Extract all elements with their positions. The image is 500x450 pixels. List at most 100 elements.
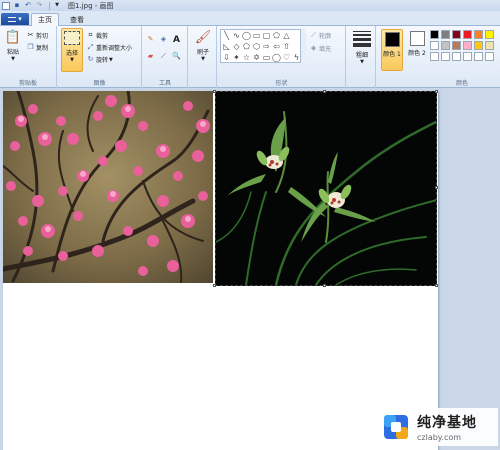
custom-color-swatch[interactable]	[430, 52, 439, 61]
fill-bucket-icon[interactable]: ◈	[160, 36, 169, 43]
chevron-down-icon[interactable]: ▼	[53, 2, 61, 10]
palette-swatch[interactable]	[441, 30, 450, 39]
brushes-label: 刷子	[196, 49, 209, 56]
shapes-gallery: ╲ ∿ ◯ ▭ ▢ ⬠ △ ◺ ◇ ⬠ ⬡ ⇨ ⇦ ⇧ ⇩ ✦ ☆ ✡ ▭ ◯ …	[220, 29, 305, 63]
callout-rect-shape-icon[interactable]: ▭	[262, 53, 271, 62]
line-shape-icon[interactable]: ╲	[222, 31, 231, 40]
clipboard-group-label: 剪贴板	[18, 80, 37, 87]
rectangle-shape-icon[interactable]: ▭	[252, 31, 261, 40]
five-point-star-shape-icon[interactable]: ☆	[242, 53, 251, 62]
down-arrow-shape-icon[interactable]: ⇩	[222, 53, 231, 62]
fill-label: 填充	[319, 46, 332, 53]
paste-button[interactable]: 📋 粘贴 ▼	[3, 29, 23, 63]
palette-swatch[interactable]	[430, 41, 439, 50]
rounded-rectangle-shape-icon[interactable]: ▢	[262, 31, 271, 40]
up-arrow-shape-icon[interactable]: ⇧	[282, 42, 291, 51]
selection-handle[interactable]	[323, 90, 326, 93]
color2-button[interactable]: 颜色 2	[406, 29, 428, 71]
left-arrow-shape-icon[interactable]: ⇦	[272, 42, 281, 51]
site-logo	[384, 415, 408, 439]
copy-button[interactable]: ❐ 复制	[27, 43, 48, 53]
resize-icon: ⤢	[87, 43, 94, 51]
redo-icon[interactable]: ↷	[35, 2, 43, 10]
shapes-scrollbar[interactable]	[300, 29, 306, 63]
right-triangle-shape-icon[interactable]: ◺	[222, 42, 231, 51]
orchid-image	[215, 91, 437, 286]
size-label: 粗细	[355, 52, 368, 59]
crop-button[interactable]: ⌗ 裁剪	[87, 31, 109, 41]
selection-handle[interactable]	[213, 90, 216, 93]
color1-button[interactable]: 颜色 1	[381, 29, 403, 71]
brushes-button[interactable]: 🖌 刷子 ▼	[193, 29, 213, 63]
hexagon-shape-icon[interactable]: ⬡	[252, 42, 261, 51]
polygon-shape-icon[interactable]: ⬠	[272, 31, 281, 40]
palette-swatch[interactable]	[474, 30, 483, 39]
window-title: 图1.jpg - 画图	[68, 1, 114, 10]
line-thickness-icon	[353, 31, 371, 47]
image-group-label: 图像	[93, 80, 106, 87]
save-icon[interactable]: ▪	[13, 2, 21, 10]
custom-color-swatch[interactable]	[463, 52, 472, 61]
plum-blossom-image	[3, 91, 213, 283]
resize-label: 重新调整大小	[96, 45, 133, 52]
palette-swatch[interactable]	[485, 41, 494, 50]
palette-swatch[interactable]	[441, 41, 450, 50]
palette-swatch[interactable]	[463, 30, 472, 39]
palette-swatch[interactable]	[430, 30, 439, 39]
outline-icon: ⟋	[311, 31, 316, 39]
select-button[interactable]: 选择 ▼	[61, 28, 83, 72]
palette-swatch[interactable]	[485, 30, 494, 39]
outline-button[interactable]: ⟋ 轮廓	[310, 31, 332, 41]
four-point-star-shape-icon[interactable]: ✦	[232, 53, 241, 62]
right-arrow-shape-icon[interactable]: ⇨	[262, 42, 271, 51]
brushes-group: 🖌 刷子 ▼	[189, 26, 217, 88]
cut-button[interactable]: ✂ 剪切	[27, 31, 48, 41]
diamond-shape-icon[interactable]: ◇	[232, 42, 241, 51]
colors-group-label: 颜色	[455, 80, 468, 87]
callout-oval-shape-icon[interactable]: ◯	[272, 53, 281, 62]
palette-swatch[interactable]	[463, 41, 472, 50]
crop-icon: ⌗	[88, 31, 93, 39]
file-menu-button[interactable]: ▾	[1, 13, 29, 25]
selection-handle[interactable]	[213, 284, 216, 287]
outline-label: 轮廓	[319, 33, 332, 40]
heart-shape-icon[interactable]: ♡	[282, 53, 291, 62]
custom-color-swatch[interactable]	[474, 52, 483, 61]
palette-swatch[interactable]	[474, 41, 483, 50]
text-icon[interactable]: A	[173, 35, 180, 45]
curve-shape-icon[interactable]: ∿	[232, 31, 241, 40]
pencil-icon[interactable]: ✎	[147, 36, 156, 43]
select-rectangle-icon	[64, 31, 80, 45]
palette-swatch[interactable]	[452, 30, 461, 39]
tab-view[interactable]: 查看	[64, 13, 90, 26]
color-picker-icon[interactable]: ⟋	[160, 53, 169, 60]
clipboard-group: 📋 粘贴 ▼ ✂ 剪切 ❐ 复制 剪贴板	[0, 26, 57, 88]
triangle-shape-icon[interactable]: △	[282, 31, 291, 40]
rotate-label: 旋转	[96, 57, 109, 64]
undo-icon[interactable]: ↶	[24, 2, 32, 10]
palette-swatch[interactable]	[452, 41, 461, 50]
six-point-star-shape-icon[interactable]: ✡	[252, 53, 261, 62]
custom-color-swatch[interactable]	[452, 52, 461, 61]
selection-handle[interactable]	[435, 186, 438, 189]
select-label: 选择	[65, 50, 78, 57]
resize-button[interactable]: ⤢ 重新调整大小	[87, 43, 133, 53]
fill-button[interactable]: ◈ 填充	[310, 44, 332, 54]
size-button[interactable]: 粗细 ▼	[351, 29, 373, 65]
oval-shape-icon[interactable]: ◯	[242, 31, 251, 40]
brush-icon: 🖌	[194, 29, 212, 45]
eraser-icon[interactable]: ▰	[147, 53, 156, 60]
selection-handle[interactable]	[323, 284, 326, 287]
paint-app-icon[interactable]	[2, 1, 10, 10]
watermark-name: 纯净基地	[417, 415, 477, 431]
selection-handle[interactable]	[435, 284, 438, 287]
tab-home[interactable]: 主页	[31, 13, 59, 26]
rotate-button[interactable]: ↻ 旋转 ▼	[87, 55, 113, 65]
magnifier-icon[interactable]: 🔍	[172, 53, 182, 60]
custom-color-swatch[interactable]	[441, 52, 450, 61]
watermark-url: czlaby.com	[417, 433, 462, 442]
custom-color-swatch[interactable]	[485, 52, 494, 61]
canvas[interactable]	[3, 90, 438, 450]
pentagon-shape-icon[interactable]: ⬠	[242, 42, 251, 51]
selection-handle[interactable]	[435, 90, 438, 93]
